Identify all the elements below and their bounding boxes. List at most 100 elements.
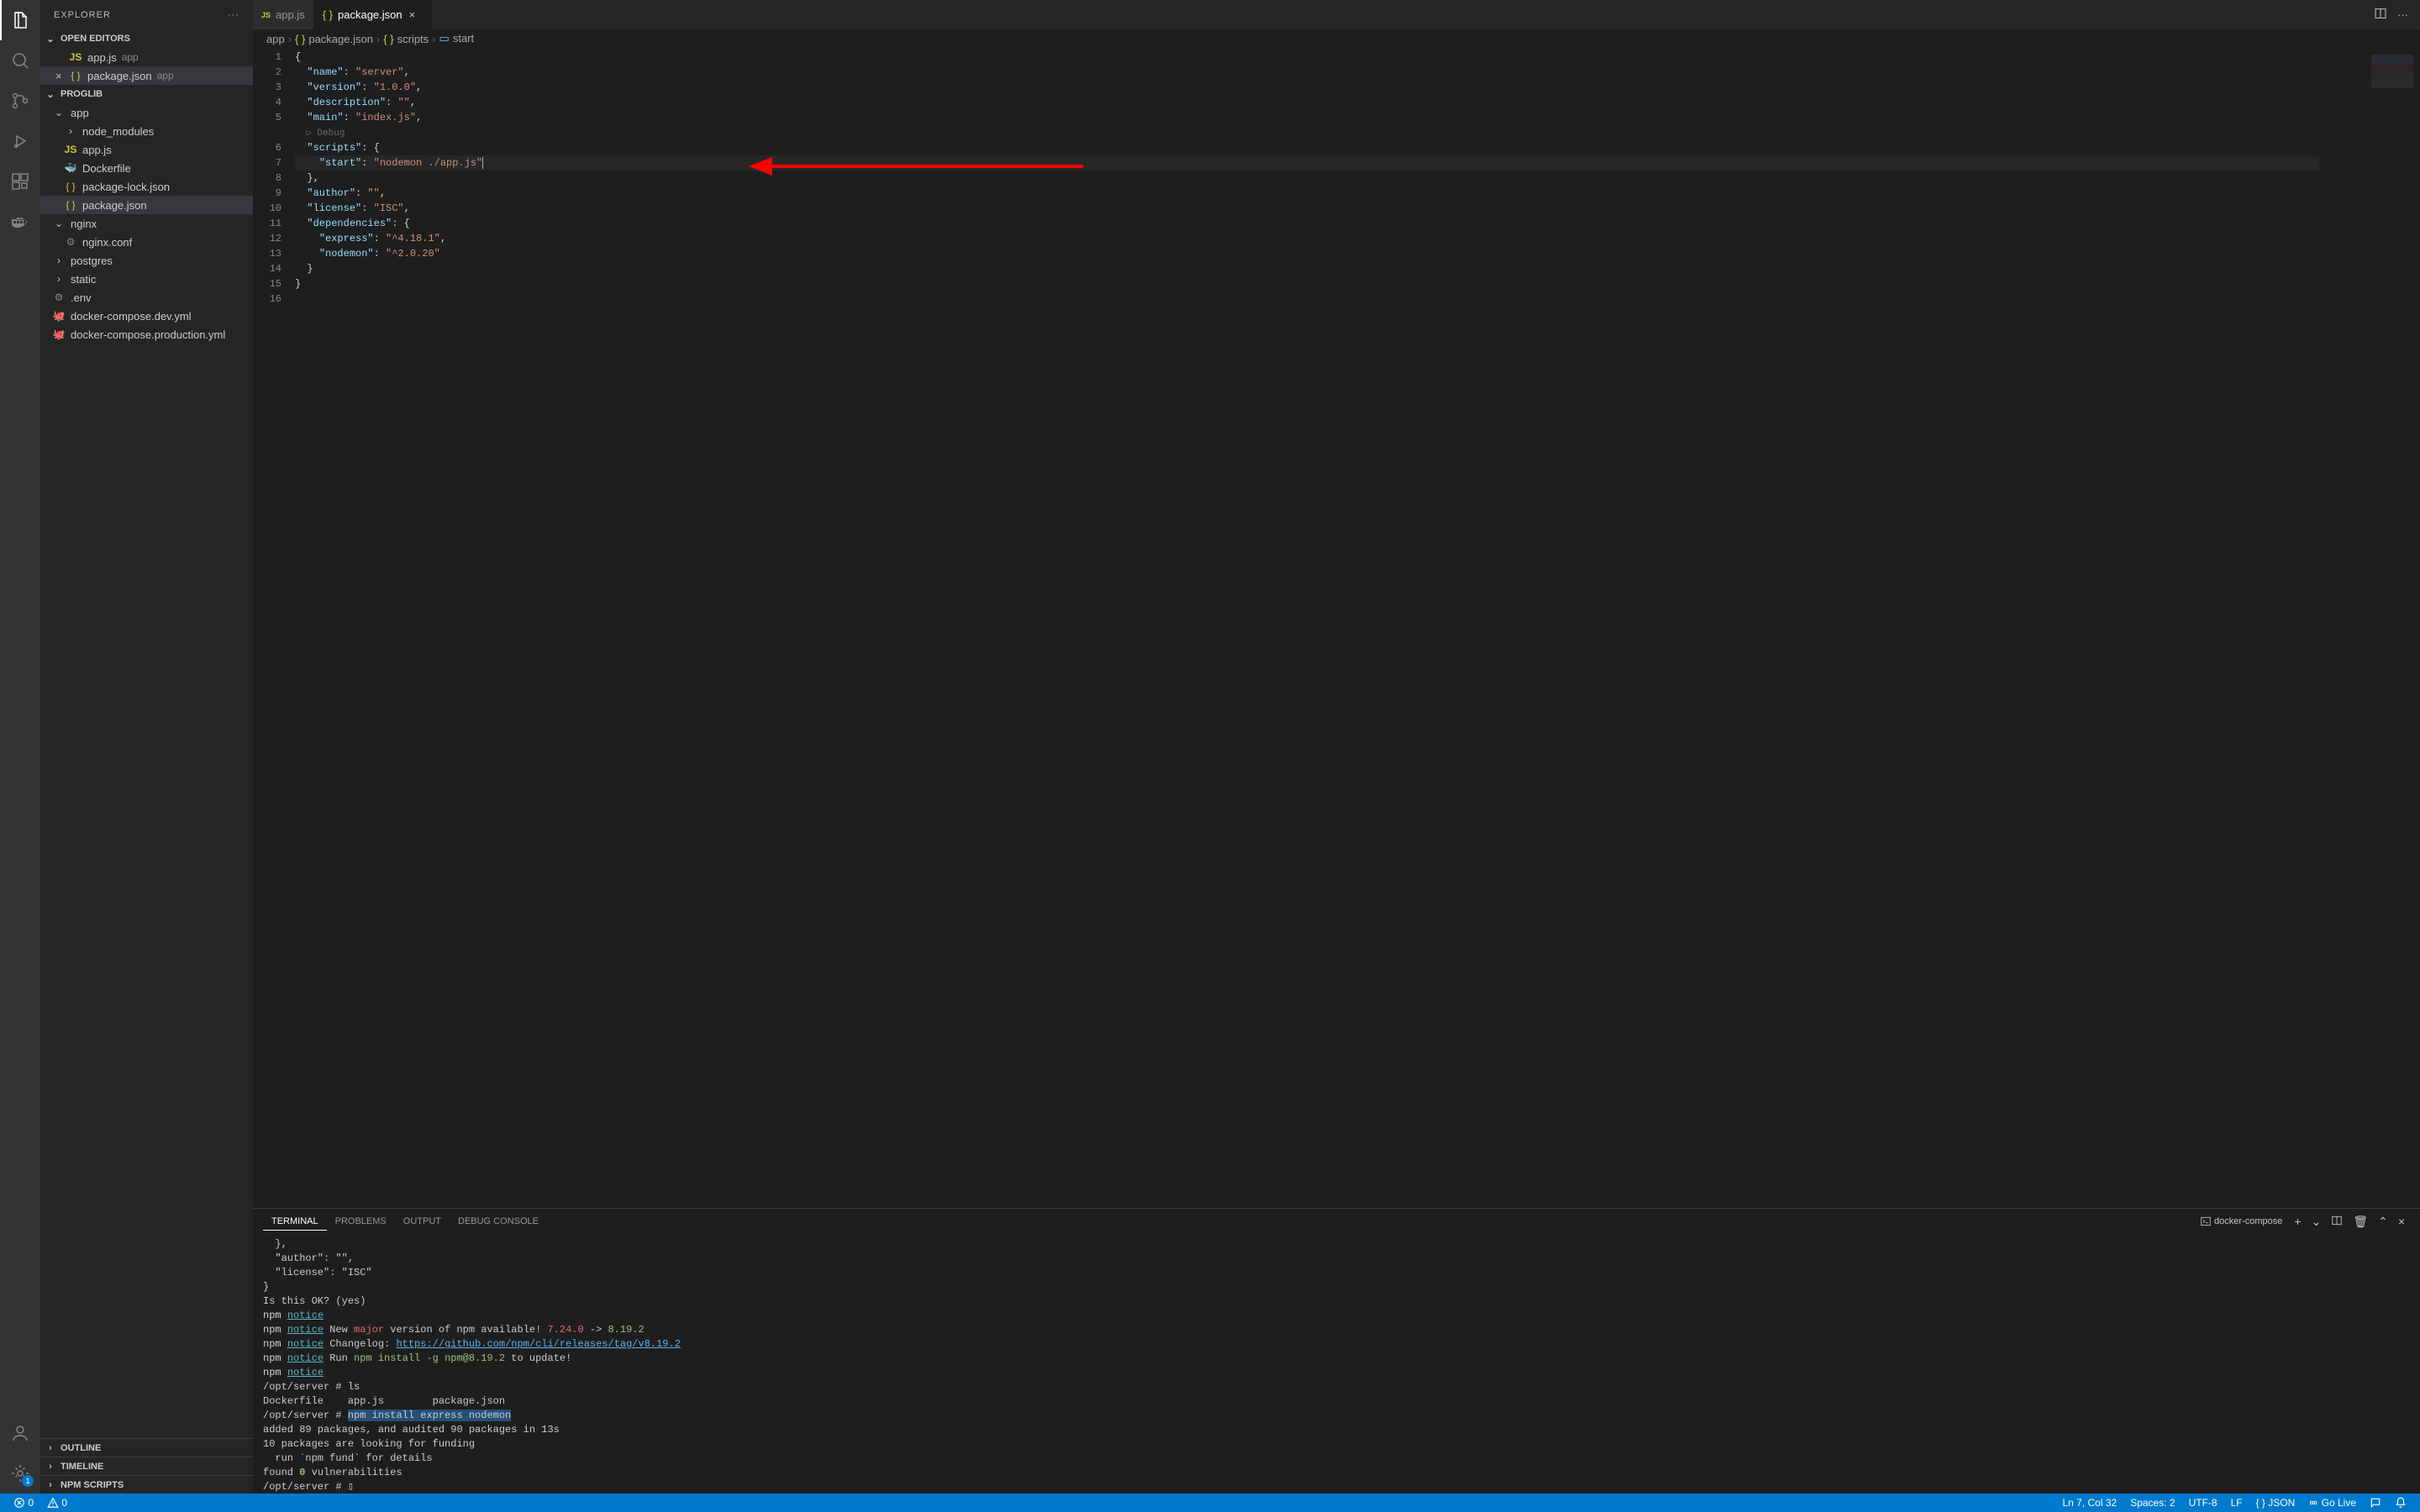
- activity-run-debug[interactable]: [0, 121, 40, 161]
- file-item[interactable]: 🐙docker-compose.dev.yml: [40, 307, 253, 325]
- status-warnings[interactable]: 0: [47, 1497, 67, 1509]
- file-item[interactable]: ⚙.env: [40, 288, 253, 307]
- split-terminal-icon[interactable]: [2331, 1215, 2343, 1229]
- status-bar: 0 0 Ln 7, Col 32 Spaces: 2 UTF-8 LF { } …: [0, 1494, 2420, 1512]
- sidebar-title: EXPLORER: [54, 10, 111, 20]
- status-errors[interactable]: 0: [13, 1497, 34, 1509]
- tree-label: postgres: [71, 255, 113, 267]
- file-dir: app: [122, 51, 139, 63]
- terminal-profile[interactable]: docker-compose: [2200, 1215, 2282, 1227]
- chevron-down-icon: ⌄: [52, 217, 66, 230]
- open-editor-item[interactable]: ×JSapp.jsapp: [40, 48, 253, 66]
- close-panel-icon[interactable]: ×: [2398, 1215, 2405, 1228]
- minimap[interactable]: [2319, 48, 2420, 1208]
- tree-label: static: [71, 273, 96, 286]
- panel-tab[interactable]: DEBUG CONSOLE: [450, 1213, 547, 1230]
- activity-source-control[interactable]: [0, 81, 40, 121]
- editor-content[interactable]: { "name": "server", "version": "1.0.0", …: [295, 48, 2319, 1208]
- status-indentation[interactable]: Spaces: 2: [2130, 1497, 2175, 1509]
- file-label: package.json: [87, 70, 152, 82]
- activity-docker[interactable]: [0, 202, 40, 242]
- status-go-live[interactable]: Go Live: [2308, 1497, 2356, 1509]
- terminal-output[interactable]: }, "author": "", "license": "ISC"}Is thi…: [253, 1234, 2420, 1494]
- open-editor-item[interactable]: ×{ }package.jsonapp: [40, 66, 253, 85]
- panel-tab[interactable]: TERMINAL: [263, 1213, 327, 1231]
- kill-terminal-icon[interactable]: 🗑: [2353, 1215, 2368, 1229]
- split-editor-icon[interactable]: [2374, 7, 2387, 23]
- file-item[interactable]: { }package.json: [40, 196, 253, 214]
- tree-label: app.js: [82, 144, 112, 156]
- breadcrumb-item[interactable]: app: [266, 33, 285, 45]
- tree-label: package.json: [82, 199, 147, 212]
- chevron-right-icon: ›: [52, 254, 66, 267]
- section-npm-scripts[interactable]: › NPM SCRIPTS: [40, 1475, 253, 1494]
- more-icon[interactable]: ···: [2397, 8, 2408, 21]
- breadcrumb[interactable]: app›{ }package.json›{ }scripts›▭start: [253, 29, 2420, 48]
- close-icon[interactable]: ×: [409, 8, 423, 21]
- panel-tab[interactable]: OUTPUT: [395, 1213, 450, 1230]
- maximize-panel-icon[interactable]: ⌃: [2378, 1215, 2388, 1229]
- editor-tab[interactable]: JSapp.js: [253, 0, 314, 29]
- tree-label: nginx.conf: [82, 236, 132, 249]
- chevron-right-icon: ›: [44, 1480, 57, 1490]
- tree-label: package-lock.json: [82, 181, 170, 193]
- tree-label: docker-compose.dev.yml: [71, 310, 192, 323]
- chevron-down-icon: ⌄: [44, 34, 57, 45]
- editor-tabs: JSapp.js{ }package.json×···: [253, 0, 2420, 29]
- breadcrumb-item[interactable]: { }scripts: [383, 33, 429, 45]
- tab-label: package.json: [338, 8, 402, 21]
- file-item[interactable]: 🐙docker-compose.production.yml: [40, 325, 253, 344]
- chevron-right-icon: ›: [52, 272, 66, 286]
- file-item[interactable]: 🐳Dockerfile: [40, 159, 253, 177]
- section-outline[interactable]: › OUTLINE: [40, 1438, 253, 1457]
- status-cursor-position[interactable]: Ln 7, Col 32: [2062, 1497, 2117, 1509]
- close-icon[interactable]: ×: [55, 70, 69, 82]
- folder-item[interactable]: › node_modules: [40, 122, 253, 140]
- chevron-right-icon: ›: [64, 124, 77, 138]
- settings-badge: 1: [22, 1475, 34, 1487]
- panel-tabs: TERMINALPROBLEMSOUTPUTDEBUG CONSOLE dock…: [253, 1209, 2420, 1234]
- section-open-editors[interactable]: ⌄ OPEN EDITORS: [40, 29, 253, 48]
- breadcrumb-item[interactable]: { }package.json: [295, 33, 373, 45]
- terminal-dropdown-icon[interactable]: ⌄: [2312, 1215, 2322, 1229]
- activity-accounts[interactable]: [0, 1413, 40, 1453]
- sidebar-more-icon[interactable]: ···: [228, 10, 239, 20]
- tree-label: app: [71, 107, 89, 119]
- file-label: app.js: [87, 51, 117, 64]
- activity-search[interactable]: [0, 40, 40, 81]
- chevron-down-icon: ⌄: [44, 89, 57, 100]
- tree-label: docker-compose.production.yml: [71, 328, 225, 341]
- tab-label: app.js: [276, 8, 305, 21]
- folder-item[interactable]: › static: [40, 270, 253, 288]
- panel-tab[interactable]: PROBLEMS: [327, 1213, 395, 1230]
- file-item[interactable]: { }package-lock.json: [40, 177, 253, 196]
- status-bell-icon[interactable]: [2395, 1497, 2407, 1509]
- file-item[interactable]: JSapp.js: [40, 140, 253, 159]
- status-encoding[interactable]: UTF-8: [2189, 1497, 2217, 1509]
- chevron-right-icon: ›: [44, 1462, 57, 1472]
- status-language[interactable]: { } JSON: [2256, 1497, 2296, 1509]
- activity-extensions[interactable]: [0, 161, 40, 202]
- folder-item[interactable]: ⌄ nginx: [40, 214, 253, 233]
- folder-item[interactable]: › postgres: [40, 251, 253, 270]
- chevron-down-icon: ⌄: [52, 106, 66, 119]
- section-workspace[interactable]: ⌄ PROGLIB: [40, 85, 253, 103]
- activity-settings[interactable]: 1: [0, 1453, 40, 1494]
- tree-label: node_modules: [82, 125, 154, 138]
- tree-label: Dockerfile: [82, 162, 131, 175]
- tree-label: nginx: [71, 218, 97, 230]
- line-numbers: 12345678910111213141516: [253, 48, 295, 1208]
- activity-explorer[interactable]: [0, 0, 40, 40]
- activity-bar: 1: [0, 0, 40, 1494]
- status-eol[interactable]: LF: [2231, 1497, 2243, 1509]
- folder-item[interactable]: ⌄ app: [40, 103, 253, 122]
- file-item[interactable]: ⚙nginx.conf: [40, 233, 253, 251]
- section-timeline[interactable]: › TIMELINE: [40, 1457, 253, 1475]
- tree-label: .env: [71, 291, 92, 304]
- editor-tab[interactable]: { }package.json×: [314, 0, 432, 29]
- file-dir: app: [157, 70, 174, 81]
- annotation-arrow: [749, 157, 1083, 176]
- new-terminal-icon[interactable]: +: [2294, 1215, 2301, 1228]
- breadcrumb-item[interactable]: ▭start: [439, 32, 475, 45]
- status-feedback-icon[interactable]: [2370, 1497, 2381, 1509]
